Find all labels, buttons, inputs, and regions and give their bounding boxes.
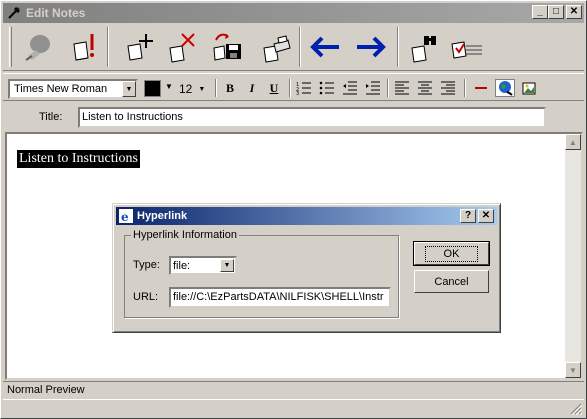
forward-arrow-icon[interactable] — [351, 29, 391, 65]
url-input[interactable]: file://C:\EzPartsDATA\NILFISK\SHELL\Inst… — [169, 287, 391, 308]
horizontal-rule-icon[interactable] — [471, 79, 491, 97]
group-label: Hyperlink Information — [131, 229, 239, 241]
font-color-swatch[interactable] — [144, 80, 161, 97]
print-icon[interactable] — [255, 29, 295, 65]
type-select[interactable]: file: ▼ — [169, 256, 237, 275]
close-icon: ✕ — [569, 6, 579, 17]
outdent-icon[interactable] — [340, 79, 360, 97]
format-toolbar: Times New Roman ▼ ▼ 12 ▼ B I U 123 — [3, 73, 584, 101]
vertical-scrollbar[interactable]: ▲ ▼ — [565, 134, 581, 378]
dialog-titlebar[interactable]: e Hyperlink ? ✕ — [116, 207, 497, 225]
italic-label: I — [249, 80, 255, 95]
maximize-button[interactable]: □ — [548, 5, 564, 19]
title-row: Title: Listen to Instructions — [3, 103, 584, 131]
font-select-value: Times New Roman — [14, 83, 108, 95]
align-center-icon[interactable] — [415, 79, 435, 97]
disconnect-icon[interactable] — [19, 29, 59, 65]
bold-label: B — [225, 80, 234, 95]
minimize-icon: _ — [537, 6, 543, 17]
ie-icon: e — [119, 209, 133, 223]
type-select-value: file: — [173, 259, 191, 272]
font-size-value: 12 — [179, 82, 193, 96]
ok-label: OK — [424, 245, 479, 262]
title-label: Title: — [39, 111, 63, 123]
toolbar-separator — [464, 79, 466, 97]
chevron-down-icon: ▼ — [569, 365, 577, 375]
underline-label: U — [269, 80, 279, 95]
chevron-up-icon: ▲ — [569, 137, 577, 147]
cancel-button[interactable]: Cancel — [414, 270, 489, 293]
window-title: Edit Notes — [26, 6, 86, 20]
dialog-close-button[interactable]: ✕ — [478, 209, 494, 223]
toolbar-separator — [107, 27, 109, 67]
chevron-down-icon: ▼ — [198, 85, 206, 93]
bold-button[interactable]: B — [220, 79, 240, 97]
close-button[interactable]: ✕ — [566, 5, 582, 19]
hyperlink-globe-icon[interactable] — [495, 79, 515, 97]
editor-selected-text[interactable]: Listen to Instructions — [17, 150, 140, 168]
save-icon[interactable] — [207, 29, 247, 65]
back-arrow-icon[interactable] — [305, 29, 345, 65]
font-select[interactable]: Times New Roman ▼ — [8, 79, 138, 99]
help-button[interactable]: ? — [460, 209, 476, 223]
resize-grip-icon[interactable] — [570, 403, 582, 415]
dialog-title: Hyperlink — [137, 210, 188, 222]
title-input[interactable]: Listen to Instructions — [78, 107, 546, 128]
type-label: Type: — [133, 259, 160, 271]
hyperlink-info-group: Hyperlink Information Type: file: ▼ URL:… — [124, 229, 399, 318]
toolbar-separator — [289, 79, 291, 97]
delete-note-icon[interactable] — [161, 29, 201, 65]
toolbar-separator — [387, 79, 389, 97]
maximize-icon: □ — [552, 6, 560, 17]
indent-icon[interactable] — [363, 79, 383, 97]
chevron-down-icon[interactable]: ▼ — [165, 82, 173, 91]
chevron-down-icon[interactable]: ▼ — [220, 259, 234, 272]
scroll-down-button[interactable]: ▼ — [565, 362, 581, 378]
font-size-select[interactable]: 12 ▼ — [179, 80, 211, 98]
window-titlebar[interactable]: Edit Notes _ □ ✕ — [3, 3, 584, 23]
underline-button[interactable]: U — [264, 79, 284, 97]
bullet-list-icon[interactable] — [317, 79, 337, 97]
help-icon: ? — [464, 210, 472, 221]
align-right-icon[interactable] — [438, 79, 458, 97]
checklist-icon[interactable] — [447, 29, 487, 65]
main-toolbar — [3, 23, 584, 71]
numbered-list-icon[interactable]: 123 — [294, 79, 314, 97]
bottom-bar — [3, 399, 584, 417]
toolbar-separator — [299, 27, 301, 67]
svg-text:3: 3 — [296, 91, 299, 95]
url-label: URL: — [133, 291, 159, 303]
close-icon: ✕ — [481, 210, 491, 221]
status-bar: Normal Preview — [3, 381, 584, 398]
chevron-down-icon[interactable]: ▼ — [122, 81, 136, 97]
toolbar-separator — [215, 79, 217, 97]
alert-note-icon[interactable] — [63, 29, 103, 65]
find-icon[interactable] — [403, 29, 443, 65]
new-note-icon[interactable] — [117, 29, 157, 65]
align-left-icon[interactable] — [392, 79, 412, 97]
hyperlink-dialog: e Hyperlink ? ✕ Hyperlink Information Ty… — [112, 203, 501, 333]
view-mode-label: Normal Preview — [7, 384, 85, 396]
cancel-label: Cancel — [434, 275, 469, 288]
minimize-button[interactable]: _ — [532, 5, 548, 19]
ok-button[interactable]: OK — [413, 241, 490, 266]
toolbar-grip[interactable] — [9, 27, 12, 67]
italic-button[interactable]: I — [242, 79, 262, 97]
scroll-up-button[interactable]: ▲ — [565, 134, 581, 150]
toolbar-separator — [397, 27, 399, 67]
insert-image-icon[interactable] — [519, 79, 539, 97]
svg-text:e: e — [121, 210, 129, 223]
tools-icon — [6, 5, 22, 21]
